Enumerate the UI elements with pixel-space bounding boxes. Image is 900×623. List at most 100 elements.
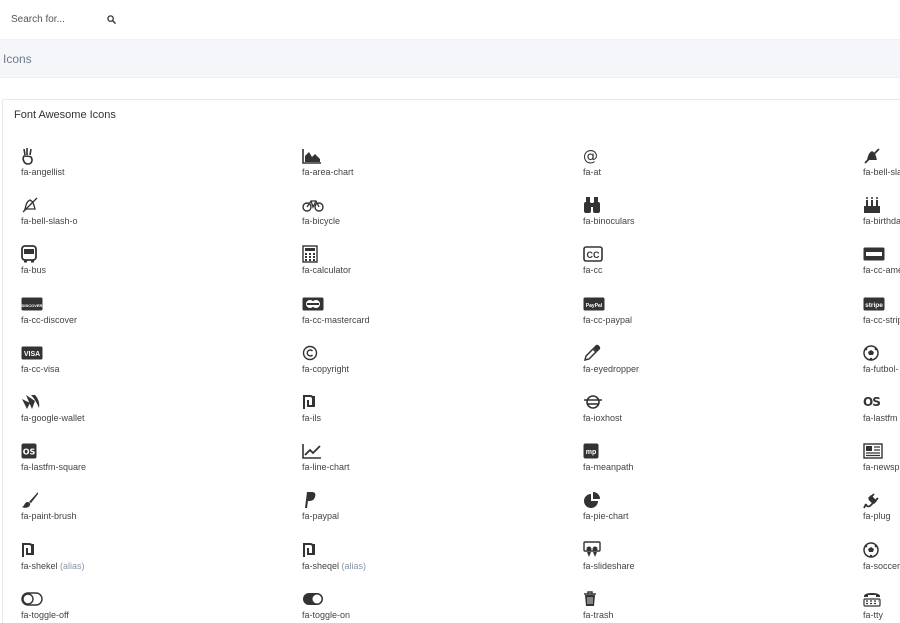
icon-item-paypal[interactable]: fa-paypal [302,491,542,531]
icon-label: fa-cc-mastercard [302,315,370,325]
icon-item-cc-paypal[interactable]: PayPal fa-cc-paypal [583,295,823,335]
soccer-icon [863,541,885,559]
icon-name: fa-cc-visa [21,363,60,374]
icon-name: fa-ioxhost [583,413,623,423]
icon-item-trash[interactable]: fa-trash [583,590,823,623]
icon-label: fa-newsp [863,462,900,472]
icon-item-google-wallet[interactable]: fa-google-wallet [21,393,261,433]
icon-item-bicycle[interactable]: fa-bicycle [302,196,542,236]
icon-name: fa-area-chart [302,167,354,177]
icon-item-cc-mastercard[interactable]: fa-cc-mastercard [302,295,542,335]
icon-item-toggle-off[interactable]: fa-toggle-off [21,590,261,623]
icon-item-copyright[interactable]: fa-copyright [302,344,542,384]
bus-icon [21,245,43,263]
icon-grid: fa-angellist fa-area-chart @ fa-at fa-bell-s… [3,100,900,623]
icon-label: fa-toggle-on [302,610,350,620]
icon-name: fa-cc [583,265,603,276]
icon-item-sheqel[interactable]: fa-sheqel (alias) [302,541,542,581]
icon-item-meanpath[interactable]: mp fa-meanpath [583,442,823,482]
icon-item-soccer[interactable]: fa-soccer [863,541,900,581]
cc-icon: CC [583,245,605,263]
icon-label: fa-paypal [302,511,339,521]
icon-label: fa-ioxhost [583,413,622,423]
icon-name: fa-bell-sla [863,167,900,177]
search-box[interactable] [4,6,124,32]
icon-item-eyedropper[interactable]: fa-eyedropper [583,344,823,384]
icon-item-cc-strip[interactable]: stripe fa-cc-strip [863,295,900,335]
icon-item-shekel[interactable]: fa-shekel (alias) [21,541,261,581]
icon-item-cc-visa[interactable]: VISA fa-cc-visa [21,344,261,384]
icon-item-lastfm[interactable]: OS fa-lastfm [863,393,900,433]
svg-text:stripe: stripe [865,302,883,309]
icon-item-cc-discover[interactable]: DISCOVER fa-cc-discover [21,295,261,335]
icon-item-bell-slash-o[interactable]: fa-bell-slash-o [21,196,261,236]
google-wallet-icon [21,393,43,411]
icon-label: fa-cc-ame [863,265,900,275]
icon-label: fa-birthda [863,216,900,226]
icon-name: fa-bell-slash-o [21,216,78,227]
icon-label: fa-copyright [302,364,349,374]
icon-item-slideshare[interactable]: fa-slideshare [583,540,823,581]
svg-text:mp: mp [586,449,597,456]
icon-name: fa-cc-paypal [583,314,633,325]
search-input[interactable] [11,13,105,25]
icon-item-bell-sla[interactable]: fa-bell-sla [863,147,900,187]
page-header: Icons [0,39,900,78]
calculator-icon [302,245,324,264]
icon-name: fa-ils [302,413,322,423]
area-chart-icon [302,147,324,165]
icon-name: fa-sheqel [302,560,340,571]
icon-item-cc[interactable]: CC fa-cc [583,245,823,285]
icon-item-ils[interactable]: fa-ils [302,393,542,433]
icon-name: fa-soccer [863,560,900,571]
cc-paypal-icon: PayPal [583,295,605,313]
icon-item-plug[interactable]: fa-plug [863,491,900,531]
icon-item-newsp[interactable]: fa-newsp [863,442,900,482]
icon-item-angellist[interactable]: fa-angellist [21,147,261,187]
icon-label: fa-bell-sla [863,167,900,177]
svg-text:PayPal: PayPal [586,303,603,309]
icon-label: fa-bus [21,265,46,275]
birthda-icon [863,196,885,214]
icon-item-pie-chart[interactable]: fa-pie-chart [583,491,823,531]
svg-text:DISCOVER: DISCOVER [22,303,43,308]
icon-name: fa-bicycle [302,216,341,227]
icon-label: fa-shekel (alias) [21,561,85,571]
icon-item-ioxhost[interactable]: fa-ioxhost [583,393,823,433]
icon-item-futbol-[interactable]: fa-futbol- [863,344,900,384]
eyedropper-icon [583,344,605,362]
bicycle-icon [302,196,324,214]
icon-label: fa-bell-slash-o [21,216,78,226]
icon-item-area-chart[interactable]: fa-area-chart [302,147,542,187]
icon-item-line-chart[interactable]: fa-line-chart [302,442,542,482]
icon-item-binoculars[interactable]: fa-binoculars [583,196,823,236]
icon-item-calculator[interactable]: fa-calculator [302,245,542,285]
icon-item-birthda[interactable]: fa-birthda [863,196,900,236]
icon-label: fa-slideshare [583,561,635,571]
icon-label: fa-bicycle [302,216,340,226]
icon-label: fa-cc-paypal [583,315,632,325]
icon-item-paint-brush[interactable]: fa-paint-brush [21,491,261,531]
trash-icon [583,590,605,608]
icon-item-tty[interactable]: fa-tty [863,590,900,623]
icon-label: fa-ils [302,413,321,423]
futbol--icon [863,344,885,362]
icon-label: fa-trash [583,610,614,620]
search-icon[interactable] [105,13,117,25]
icon-name: fa-pie-chart [583,511,629,522]
icon-name: fa-cc-strip [863,314,900,325]
icon-name: fa-angellist [21,167,65,177]
icons-card: Font Awesome Icons fa-angellist fa-area-c… [2,99,900,623]
icon-item-lastfm-square[interactable]: OS fa-lastfm-square [21,442,261,482]
icon-item-at[interactable]: @ fa-at [583,147,823,187]
icon-item-cc-ame[interactable]: fa-cc-ame [863,245,900,285]
icon-label: fa-tty [863,610,883,620]
icon-item-toggle-on[interactable]: fa-toggle-on [302,590,542,623]
icon-name: fa-copyright [302,363,350,374]
icon-item-bus[interactable]: fa-bus [21,245,261,285]
icon-label: fa-sheqel (alias) [302,561,366,571]
shekel-icon [21,541,43,559]
icon-name: fa-tty [863,609,884,620]
icon-name: fa-bus [21,265,47,276]
tty-icon [863,590,885,608]
